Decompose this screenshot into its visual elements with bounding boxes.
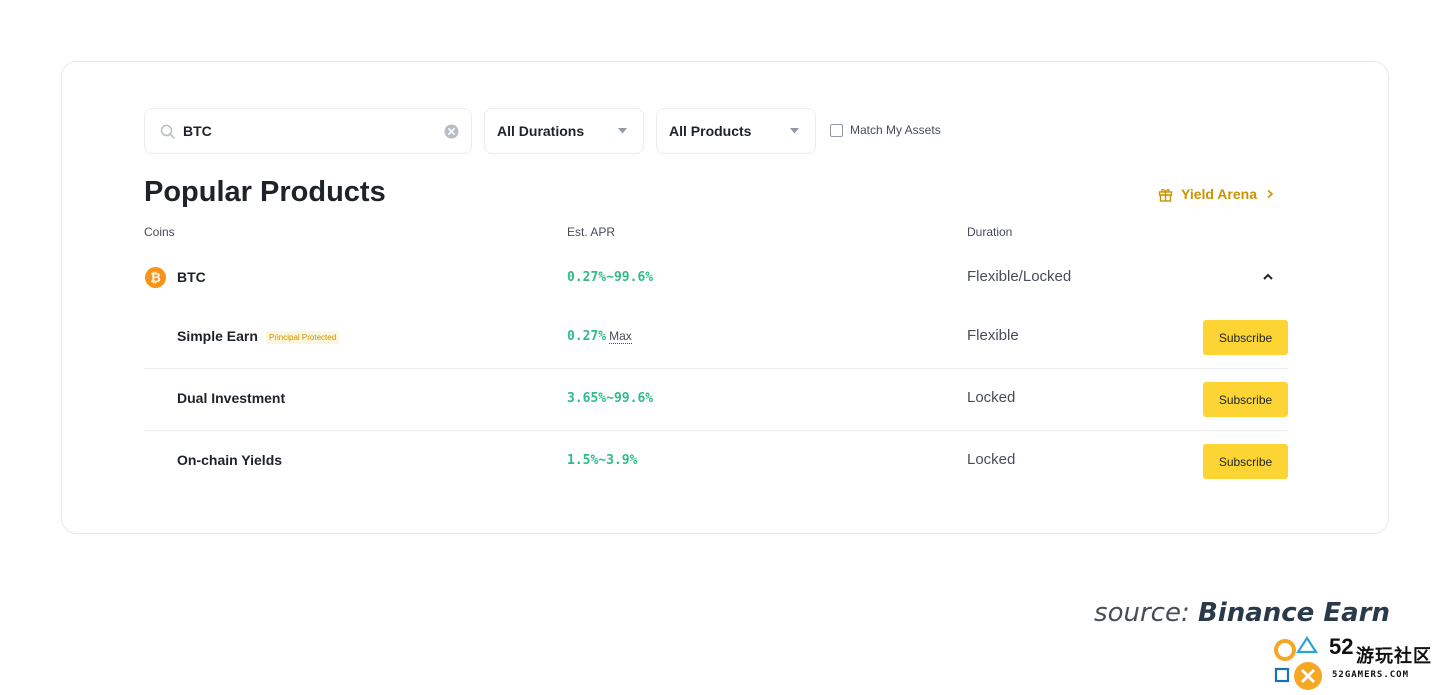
page-title: Popular Products <box>144 176 386 208</box>
product-duration: Locked <box>967 389 1016 406</box>
product-apr: 0.27% Max <box>567 329 632 344</box>
row-divider <box>144 368 1288 369</box>
product-apr-value: 0.27% <box>567 329 607 344</box>
clear-icon[interactable] <box>443 123 460 140</box>
chevron-up-icon[interactable] <box>1262 272 1274 281</box>
gift-icon <box>1158 188 1173 202</box>
column-header-coins: Coins <box>144 225 175 239</box>
search-input[interactable] <box>183 119 433 143</box>
source-prefix: source: <box>1094 598 1198 628</box>
yield-arena-link[interactable]: Yield Arena <box>1158 186 1275 202</box>
subscribe-button[interactable]: Subscribe <box>1203 382 1288 417</box>
watermark-number: 52 <box>1329 634 1354 659</box>
watermark-chinese: 游玩社区 <box>1356 646 1432 667</box>
coin-duration: Flexible/Locked <box>967 268 1072 285</box>
product-name-dual-investment: Dual Investment <box>177 390 286 406</box>
subscribe-button[interactable]: Subscribe <box>1203 444 1288 479</box>
product-apr: 3.65%~99.6% <box>567 391 654 406</box>
durations-dropdown[interactable]: All Durations <box>484 108 644 154</box>
product-name-simple-earn: Simple Earn <box>177 328 258 344</box>
source-caption: source: Binance Earn <box>1094 598 1390 628</box>
caret-down-icon <box>618 128 627 134</box>
search-box[interactable] <box>144 108 472 154</box>
yield-arena-label: Yield Arena <box>1181 186 1257 202</box>
product-duration: Flexible <box>967 327 1019 344</box>
caret-down-icon <box>790 128 799 134</box>
svg-text:₿: ₿ <box>150 271 161 286</box>
coin-name: BTC <box>177 269 206 285</box>
column-header-apr: Est. APR <box>567 225 616 239</box>
subscribe-button[interactable]: Subscribe <box>1203 320 1288 355</box>
durations-label: All Durations <box>497 123 585 139</box>
source-name: Binance Earn <box>1197 598 1390 628</box>
principal-protected-badge: Principal Protected <box>266 331 340 344</box>
product-apr: 1.5%~3.9% <box>567 453 638 468</box>
watermark-domain: 52GAMERS.COM <box>1332 670 1410 680</box>
bitcoin-icon: ₿ <box>145 267 166 288</box>
row-divider <box>144 430 1288 431</box>
products-dropdown[interactable]: All Products <box>656 108 816 154</box>
coin-apr: 0.27%~99.6% <box>567 270 654 285</box>
product-name-on-chain-yields: On-chain Yields <box>177 452 283 468</box>
product-duration: Locked <box>967 451 1016 468</box>
match-assets-label: Match My Assets <box>850 123 941 137</box>
match-assets-toggle[interactable]: Match My Assets <box>830 123 941 137</box>
search-icon <box>160 124 175 139</box>
column-header-duration: Duration <box>967 225 1013 239</box>
products-label: All Products <box>669 123 752 139</box>
max-link[interactable]: Max <box>609 329 632 344</box>
match-assets-checkbox[interactable] <box>830 123 843 137</box>
chevron-right-icon <box>1267 189 1274 199</box>
